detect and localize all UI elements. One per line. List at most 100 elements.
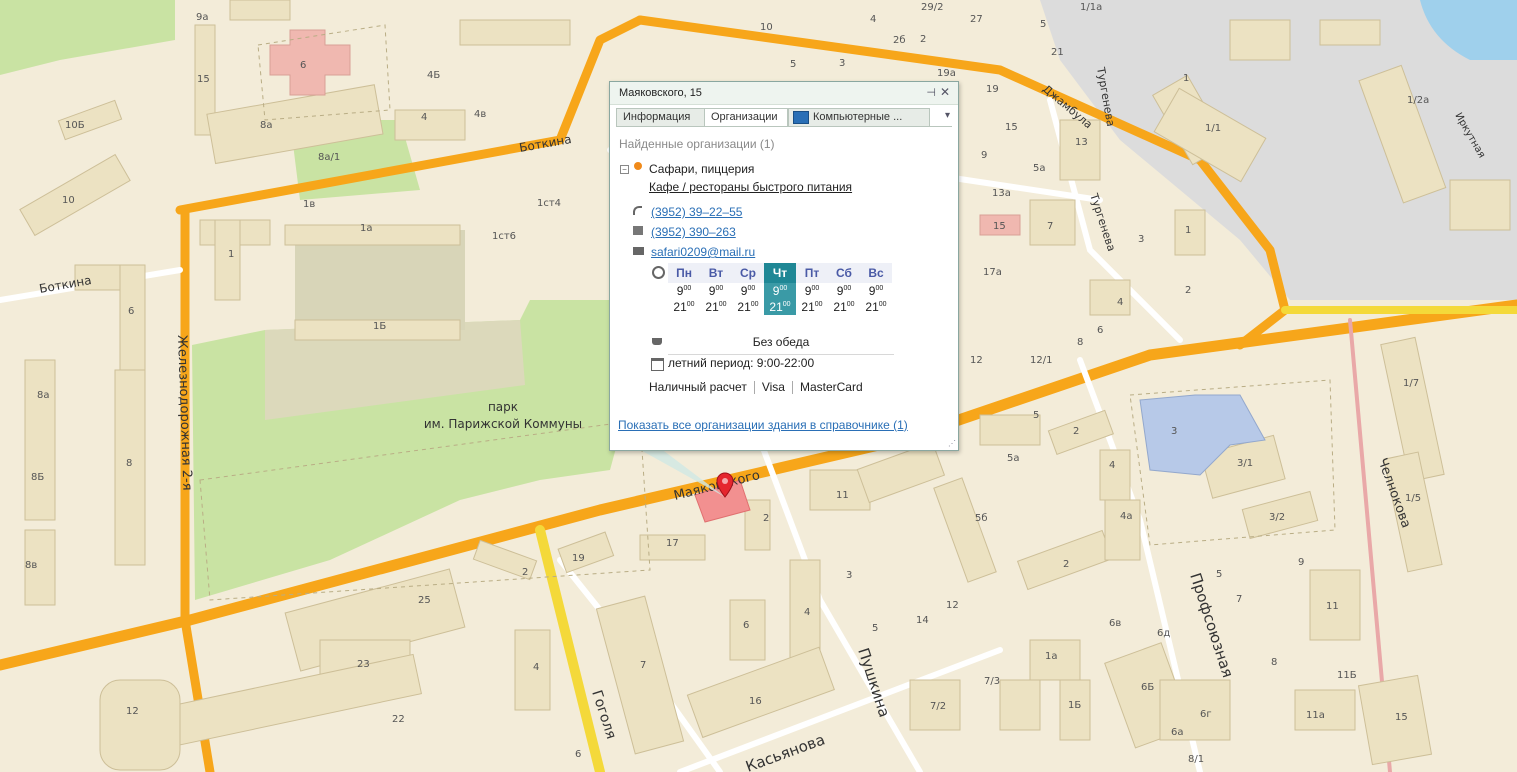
- computer-icon: [793, 111, 809, 124]
- svg-text:9а: 9а: [196, 12, 209, 23]
- svg-text:11: 11: [836, 490, 849, 501]
- svg-text:1в: 1в: [303, 199, 315, 210]
- schedule-close-time: 2100: [865, 300, 887, 314]
- svg-text:4: 4: [870, 14, 876, 25]
- schedule-open-time: 900: [676, 284, 692, 298]
- phone-link[interactable]: (3952) 39–22–55: [651, 205, 742, 219]
- schedule-close-time: 2100: [764, 299, 796, 315]
- schedule-day: Вт: [700, 263, 732, 283]
- svg-text:15: 15: [1005, 122, 1018, 133]
- svg-text:4: 4: [804, 607, 810, 618]
- svg-text:3: 3: [1138, 234, 1144, 245]
- svg-text:8а: 8а: [37, 390, 50, 401]
- svg-text:22: 22: [392, 714, 405, 725]
- svg-text:10: 10: [760, 22, 773, 33]
- svg-text:3/1: 3/1: [1237, 458, 1253, 469]
- resize-grip-icon[interactable]: ⋰: [948, 439, 956, 448]
- email-link[interactable]: safari0209@mail.ru: [651, 245, 755, 259]
- svg-text:5б: 5б: [975, 513, 988, 524]
- svg-text:5а: 5а: [1007, 453, 1020, 464]
- phone-row: (3952) 39–22–55: [633, 205, 742, 219]
- svg-text:15: 15: [993, 221, 1006, 232]
- tab-computer-stores[interactable]: Компьютерные ...: [788, 108, 930, 126]
- schedule-close-time: 2100: [705, 300, 727, 314]
- svg-text:2: 2: [1073, 426, 1079, 437]
- svg-text:25: 25: [418, 595, 431, 606]
- svg-text:5а: 5а: [1033, 163, 1046, 174]
- tab-organizations[interactable]: Организации: [704, 108, 788, 127]
- svg-text:14: 14: [916, 615, 929, 626]
- schedule-close-time: 2100: [801, 300, 823, 314]
- coffee-icon: [652, 338, 662, 345]
- svg-text:1Б: 1Б: [1068, 700, 1081, 711]
- svg-text:10Б: 10Б: [65, 120, 85, 131]
- lunch-info: Без обеда: [668, 335, 894, 355]
- schedule-day: Чт: [764, 263, 796, 283]
- svg-text:5: 5: [1033, 410, 1039, 421]
- schedule-open-time: 900: [836, 284, 852, 298]
- schedule-open-time: 900: [740, 284, 756, 298]
- svg-text:7: 7: [1047, 221, 1053, 232]
- summer-hours: летний период: 9:00-22:00: [668, 356, 815, 370]
- clock-icon: [652, 266, 665, 279]
- svg-text:12: 12: [970, 355, 983, 366]
- svg-text:4: 4: [1117, 297, 1123, 308]
- location-pin-icon: [634, 162, 642, 170]
- svg-text:10: 10: [62, 195, 75, 206]
- svg-text:15: 15: [197, 74, 210, 85]
- svg-text:6: 6: [128, 306, 134, 317]
- svg-text:8/1: 8/1: [1188, 754, 1204, 765]
- svg-text:6Б: 6Б: [1141, 682, 1154, 693]
- svg-text:1а: 1а: [1045, 651, 1058, 662]
- schedule-close-time: 2100: [737, 300, 759, 314]
- schedule-close-time: 2100: [673, 300, 695, 314]
- tabs-menu-icon[interactable]: ▾: [945, 110, 950, 121]
- svg-text:3: 3: [839, 58, 845, 69]
- tab-info[interactable]: Информация: [616, 108, 708, 126]
- svg-text:6: 6: [1097, 325, 1103, 336]
- popup-title-bar: Маяковского, 15 ⊣ ✕: [610, 82, 958, 105]
- fax-row: (3952) 390–263: [633, 225, 736, 239]
- fax-link[interactable]: (3952) 390–263: [651, 225, 736, 239]
- svg-text:3: 3: [846, 570, 852, 581]
- svg-text:6д: 6д: [1157, 628, 1170, 639]
- svg-text:4: 4: [1109, 460, 1115, 471]
- svg-text:5: 5: [1216, 569, 1222, 580]
- svg-text:12: 12: [946, 600, 959, 611]
- svg-text:6: 6: [575, 749, 581, 760]
- fax-icon: [633, 226, 643, 235]
- park-label-line2: им. Парижской Коммуны: [424, 417, 582, 431]
- pin-icon[interactable]: ⊣: [926, 86, 936, 99]
- svg-text:8Б: 8Б: [31, 472, 44, 483]
- svg-text:3: 3: [1171, 426, 1177, 437]
- svg-text:6г: 6г: [1200, 709, 1212, 720]
- svg-text:11: 11: [1326, 601, 1339, 612]
- email-icon: [633, 247, 644, 255]
- show-all-organizations-link[interactable]: Показать все организации здания в справо…: [618, 418, 908, 432]
- svg-text:27: 27: [970, 14, 983, 25]
- organization-category-link[interactable]: Кафе / рестораны быстрого питания: [649, 180, 852, 194]
- schedule-close-time: 2100: [833, 300, 855, 314]
- schedule-open-time: 900: [804, 284, 820, 298]
- svg-text:7: 7: [640, 660, 646, 671]
- svg-text:2б: 2б: [893, 35, 906, 46]
- svg-text:6: 6: [300, 60, 306, 71]
- collapse-icon[interactable]: −: [620, 165, 629, 174]
- svg-text:5: 5: [790, 59, 796, 70]
- svg-text:1Б: 1Б: [373, 321, 386, 332]
- svg-text:4: 4: [533, 662, 539, 673]
- svg-text:8а: 8а: [260, 120, 273, 131]
- svg-text:6в: 6в: [1109, 618, 1121, 629]
- calendar-icon: [651, 358, 664, 371]
- schedule-day: Пн: [668, 263, 700, 283]
- close-icon[interactable]: ✕: [940, 85, 950, 99]
- svg-text:2: 2: [1185, 285, 1191, 296]
- svg-text:7/3: 7/3: [984, 676, 1000, 687]
- svg-text:17: 17: [666, 538, 679, 549]
- svg-text:23: 23: [357, 659, 370, 670]
- svg-text:1/7: 1/7: [1403, 378, 1419, 389]
- schedule-open-time: 900: [764, 283, 796, 299]
- svg-text:19: 19: [986, 84, 999, 95]
- info-popup[interactable]: Маяковского, 15 ⊣ ✕ Информация Организац…: [609, 81, 959, 451]
- svg-text:1/1а: 1/1а: [1080, 2, 1102, 13]
